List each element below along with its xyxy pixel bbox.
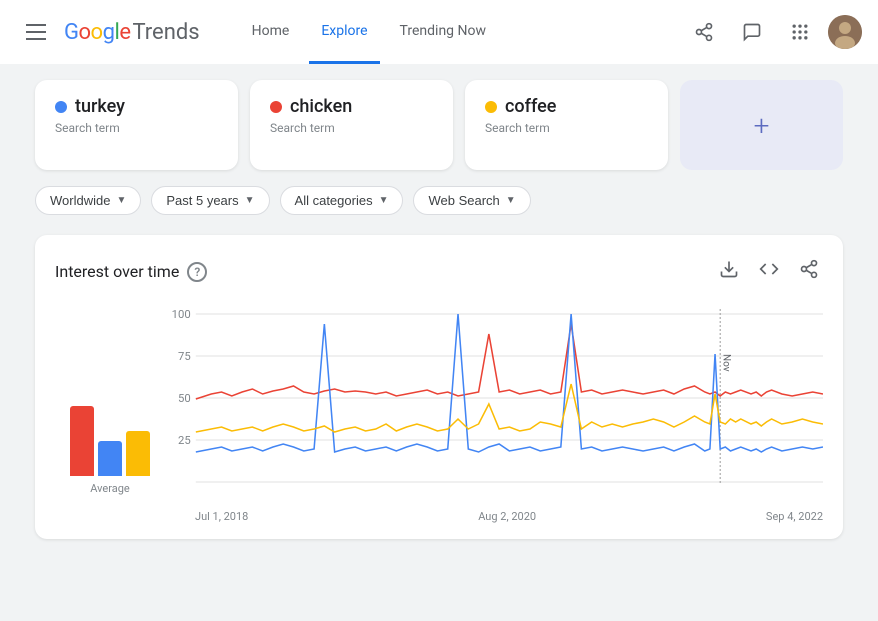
time-filter-arrow: ▼	[245, 195, 255, 206]
search-term-card-chicken: chicken Search term	[250, 80, 453, 170]
avg-bar-coffee	[126, 431, 150, 476]
main-nav: Home Explore Trending Now	[240, 0, 498, 64]
coffee-label: Search term	[485, 121, 648, 135]
avatar[interactable]	[828, 15, 862, 49]
average-bars	[70, 396, 150, 476]
nav-explore[interactable]: Explore	[309, 0, 379, 64]
time-filter-button[interactable]: Past 5 years ▼	[151, 186, 269, 215]
chicken-dot	[270, 101, 282, 113]
svg-text:Nov: Nov	[720, 354, 731, 372]
category-filter-button[interactable]: All categories ▼	[280, 186, 404, 215]
svg-text:75: 75	[178, 350, 191, 363]
menu-icon[interactable]	[16, 12, 56, 52]
main-content: turkey Search term chicken Search term c…	[19, 64, 859, 555]
header: Google Trends Home Explore Trending Now	[0, 0, 878, 64]
search-term-card-coffee: coffee Search term	[465, 80, 668, 170]
filter-bar: Worldwide ▼ Past 5 years ▼ All categorie…	[35, 186, 843, 215]
geo-filter-button[interactable]: Worldwide ▼	[35, 186, 141, 215]
apps-button[interactable]	[780, 12, 820, 52]
average-legend: Average	[55, 304, 165, 523]
average-label: Average	[90, 482, 130, 495]
coffee-dot	[485, 101, 497, 113]
x-label-2018: Jul 1, 2018	[195, 510, 248, 523]
share-button[interactable]	[684, 12, 724, 52]
svg-text:25: 25	[178, 434, 191, 447]
feedback-button[interactable]	[732, 12, 772, 52]
search-terms-row: turkey Search term chicken Search term c…	[35, 80, 843, 170]
header-actions	[684, 12, 862, 52]
chicken-label: Search term	[270, 121, 433, 135]
chart-area: Average 100 75 50 25	[55, 304, 823, 523]
search-type-filter-label: Web Search	[428, 193, 499, 208]
google-wordmark: Google	[64, 20, 130, 45]
nav-trending-now[interactable]: Trending Now	[388, 0, 498, 64]
geo-filter-label: Worldwide	[50, 193, 110, 208]
category-filter-label: All categories	[295, 193, 373, 208]
geo-filter-arrow: ▼	[116, 195, 126, 206]
svg-text:50: 50	[178, 392, 191, 405]
x-label-2022: Sep 4, 2022	[766, 510, 823, 523]
help-icon[interactable]: ?	[187, 262, 207, 282]
search-type-filter-arrow: ▼	[506, 195, 516, 206]
interest-over-time-card: Interest over time ?	[35, 235, 843, 539]
logo: Google Trends	[64, 20, 200, 45]
add-search-term-button[interactable]: +	[680, 80, 843, 170]
time-filter-label: Past 5 years	[166, 193, 238, 208]
embed-button[interactable]	[755, 255, 783, 288]
header-left: Google Trends Home Explore Trending Now	[16, 0, 498, 64]
category-filter-arrow: ▼	[379, 195, 389, 206]
coffee-name: coffee	[505, 96, 556, 117]
turkey-label: Search term	[55, 121, 218, 135]
avg-bar-chicken	[70, 406, 94, 476]
turkey-dot	[55, 101, 67, 113]
chart-title: Interest over time	[55, 262, 179, 281]
chart-actions	[715, 255, 823, 288]
x-label-2020: Aug 2, 2020	[478, 510, 536, 523]
trends-wordmark: Trends	[132, 20, 199, 45]
add-icon: +	[754, 109, 770, 142]
x-axis-labels: Jul 1, 2018 Aug 2, 2020 Sep 4, 2022	[165, 508, 823, 523]
search-term-card-turkey: turkey Search term	[35, 80, 238, 170]
nav-home[interactable]: Home	[240, 0, 302, 64]
svg-text:100: 100	[172, 308, 191, 321]
chart-share-button[interactable]	[795, 255, 823, 288]
chicken-name: chicken	[290, 96, 352, 117]
chart-header: Interest over time ?	[55, 255, 823, 288]
search-type-filter-button[interactable]: Web Search ▼	[413, 186, 530, 215]
avg-bar-turkey	[98, 441, 122, 476]
chart-main: 100 75 50 25 Nov Jul 1, 2018	[165, 304, 823, 523]
chart-title-row: Interest over time ?	[55, 262, 207, 282]
chart-svg: 100 75 50 25 Nov	[165, 304, 823, 504]
turkey-name: turkey	[75, 96, 125, 117]
download-button[interactable]	[715, 255, 743, 288]
